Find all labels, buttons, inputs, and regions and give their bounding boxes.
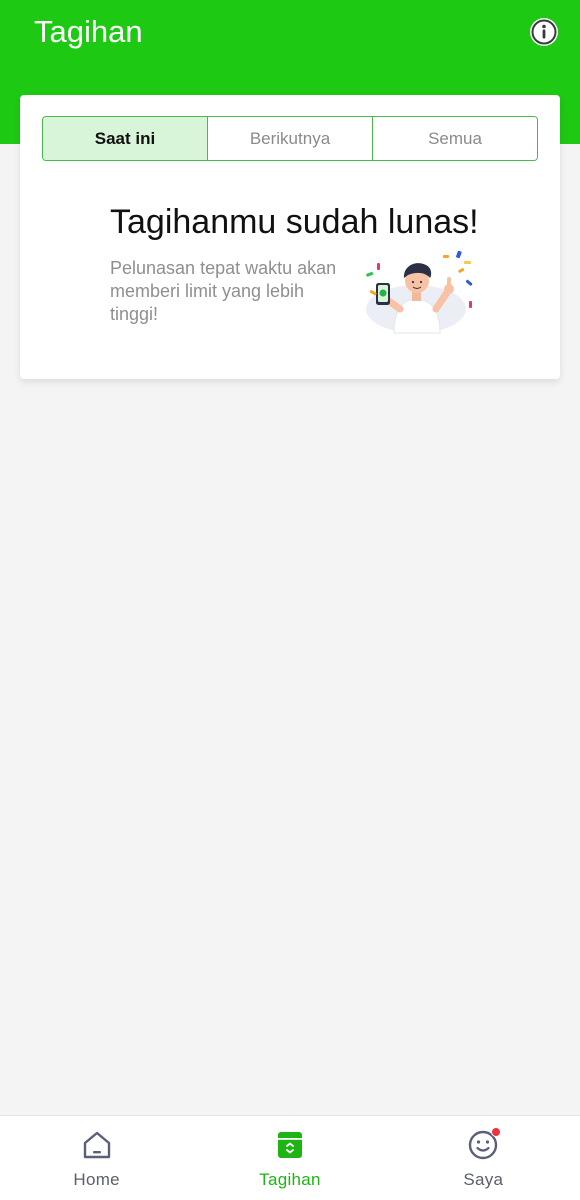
bill-status-card: Saat ini Berikutnya Semua Tagihanmu suda… (20, 95, 560, 379)
nav-home-label: Home (73, 1170, 120, 1189)
nav-home[interactable]: Home (0, 1116, 193, 1200)
bill-icon (277, 1132, 302, 1158)
info-icon (531, 19, 557, 45)
home-icon (83, 1131, 110, 1159)
paid-status-description: Pelunasan tepat waktu akan memberi limit… (110, 258, 337, 324)
info-button[interactable] (530, 18, 558, 46)
nav-tagihan[interactable]: Tagihan (193, 1116, 386, 1200)
notification-badge (491, 1127, 502, 1137)
bottom-navigation: Home Tagihan Saya (0, 1115, 580, 1200)
nav-tagihan-label: Tagihan (259, 1170, 321, 1189)
celebrating-man-illustration (366, 250, 473, 334)
tab-semua[interactable]: Semua (372, 117, 537, 160)
nav-saya[interactable]: Saya (387, 1116, 580, 1200)
nav-saya-label: Saya (463, 1170, 504, 1189)
tab-berikutnya[interactable]: Berikutnya (207, 117, 372, 160)
tab-saat-ini[interactable]: Saat ini (43, 117, 207, 160)
page-title: Tagihan (34, 14, 143, 49)
paid-status-title: Tagihanmu sudah lunas! (110, 203, 479, 241)
period-tabs: Saat ini Berikutnya Semua (42, 116, 538, 161)
